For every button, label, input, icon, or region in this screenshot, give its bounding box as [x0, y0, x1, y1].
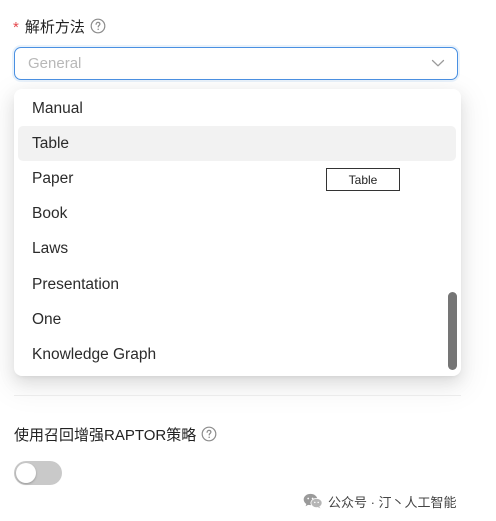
option-presentation[interactable]: Presentation — [18, 267, 456, 302]
section-divider — [14, 395, 461, 396]
option-one[interactable]: One — [18, 302, 456, 337]
watermark: 公众号 · 汀丶人工智能 — [303, 491, 457, 511]
option-knowledge-graph[interactable]: Knowledge Graph — [18, 337, 456, 372]
option-tooltip: Table — [326, 168, 400, 191]
parse-method-label-text: 解析方法 — [24, 18, 85, 36]
option-book[interactable]: Book — [18, 196, 456, 231]
select-placeholder: General — [28, 55, 82, 72]
watermark-text: 公众号 · 汀丶人工智能 — [328, 494, 457, 510]
raptor-toggle[interactable] — [14, 461, 62, 485]
parse-method-dropdown: Manual Table Paper Book Laws Presentatio… — [14, 89, 461, 376]
option-manual[interactable]: Manual — [18, 91, 456, 126]
question-circle-icon[interactable] — [90, 18, 106, 34]
option-table[interactable]: Table — [18, 126, 456, 161]
chevron-down-icon — [431, 59, 445, 67]
parse-method-select[interactable]: General — [14, 47, 458, 80]
required-mark: * — [13, 18, 19, 36]
question-circle-icon[interactable] — [201, 426, 217, 442]
parse-method-label: * 解析方法 — [13, 15, 106, 37]
dropdown-scrollbar[interactable] — [448, 292, 457, 370]
raptor-label-text: 使用召回增强RAPTOR策略 — [14, 426, 197, 444]
option-laws[interactable]: Laws — [18, 231, 456, 266]
raptor-label: 使用召回增强RAPTOR策略 — [14, 423, 217, 445]
wechat-icon — [303, 493, 323, 509]
toggle-knob — [16, 463, 36, 483]
